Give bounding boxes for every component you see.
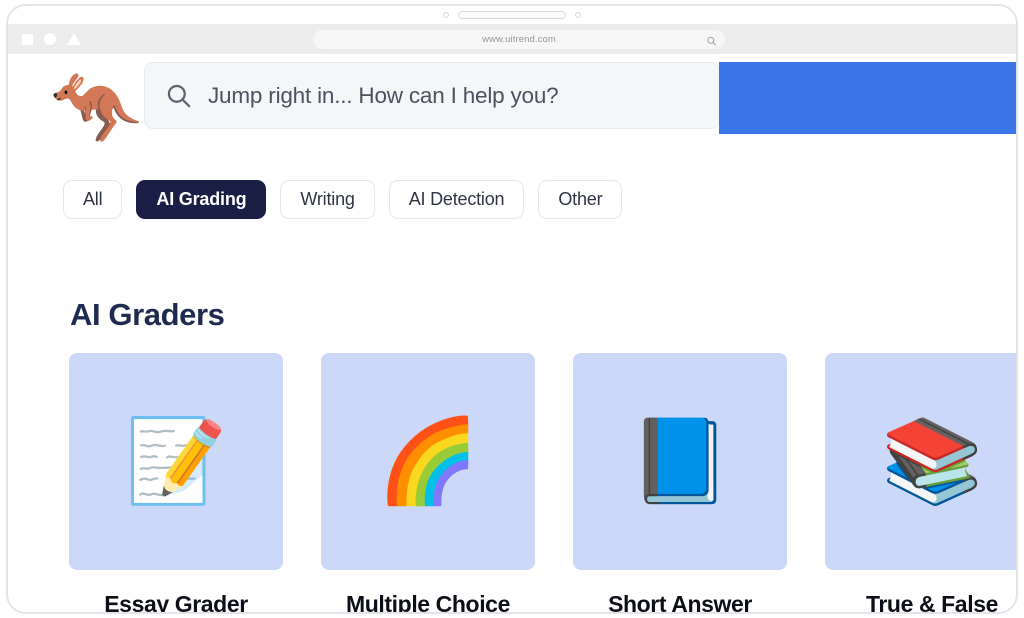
camera-dot-right-icon bbox=[575, 12, 581, 18]
card-title: Essay Grader bbox=[69, 591, 283, 614]
page-title: AI Graders bbox=[70, 297, 225, 333]
accent-panel[interactable] bbox=[719, 62, 1016, 134]
tab-ai-grading[interactable]: AI Grading bbox=[136, 180, 266, 219]
tab-all[interactable]: All bbox=[63, 180, 122, 219]
device-bezel bbox=[8, 6, 1016, 24]
filter-tabs: All AI Grading Writing AI Detection Othe… bbox=[63, 180, 622, 219]
search-icon bbox=[165, 82, 192, 109]
device-frame: www.uitrend.com 🦘 Jump right in... H bbox=[6, 4, 1018, 614]
card-grid: 📝 Essay Grader Upload student documents … bbox=[69, 353, 1016, 614]
browser-chrome: www.uitrend.com bbox=[8, 24, 1016, 54]
tab-writing[interactable]: Writing bbox=[280, 180, 374, 219]
page-content: 🦘 Jump right in... How can I help you? A… bbox=[8, 54, 1016, 614]
tab-ai-detection[interactable]: AI Detection bbox=[389, 180, 525, 219]
card-title: True & False bbox=[825, 591, 1016, 614]
search-bar[interactable]: Jump right in... How can I help you? bbox=[144, 62, 720, 129]
browser-url-bar[interactable]: www.uitrend.com bbox=[313, 30, 725, 49]
camera-dot-left-icon bbox=[443, 12, 449, 18]
speaker-slot bbox=[458, 11, 566, 19]
card-true-false[interactable]: 📚 True & False Improve writing bbox=[825, 353, 1016, 614]
card-essay-grader[interactable]: 📝 Essay Grader Upload student documents bbox=[69, 353, 283, 614]
window-square-icon[interactable] bbox=[22, 34, 33, 45]
memo-icon: 📝 bbox=[69, 353, 283, 570]
window-controls[interactable] bbox=[22, 33, 112, 45]
card-title: Multiple Choice bbox=[321, 591, 535, 614]
window-circle-icon[interactable] bbox=[44, 33, 56, 45]
books-icon: 📚 bbox=[825, 353, 1016, 570]
kangaroo-mascot-icon: 🦘 bbox=[50, 54, 142, 146]
window-triangle-icon[interactable] bbox=[67, 33, 81, 45]
url-search-icon[interactable] bbox=[706, 34, 717, 45]
header-row: 🦘 Jump right in... How can I help you? bbox=[8, 54, 1016, 144]
search-input[interactable]: Jump right in... How can I help you? bbox=[208, 83, 558, 109]
url-text: www.uitrend.com bbox=[482, 34, 556, 45]
card-short-answer[interactable]: 📘 Short Answer Craft the perfect bbox=[573, 353, 787, 614]
tab-other[interactable]: Other bbox=[538, 180, 622, 219]
blue-book-icon: 📘 bbox=[573, 353, 787, 570]
card-multiple-choice[interactable]: 🌈 Multiple Choice Quickly receive bbox=[321, 353, 535, 614]
card-title: Short Answer bbox=[573, 591, 787, 614]
rainbow-icon: 🌈 bbox=[321, 353, 535, 570]
